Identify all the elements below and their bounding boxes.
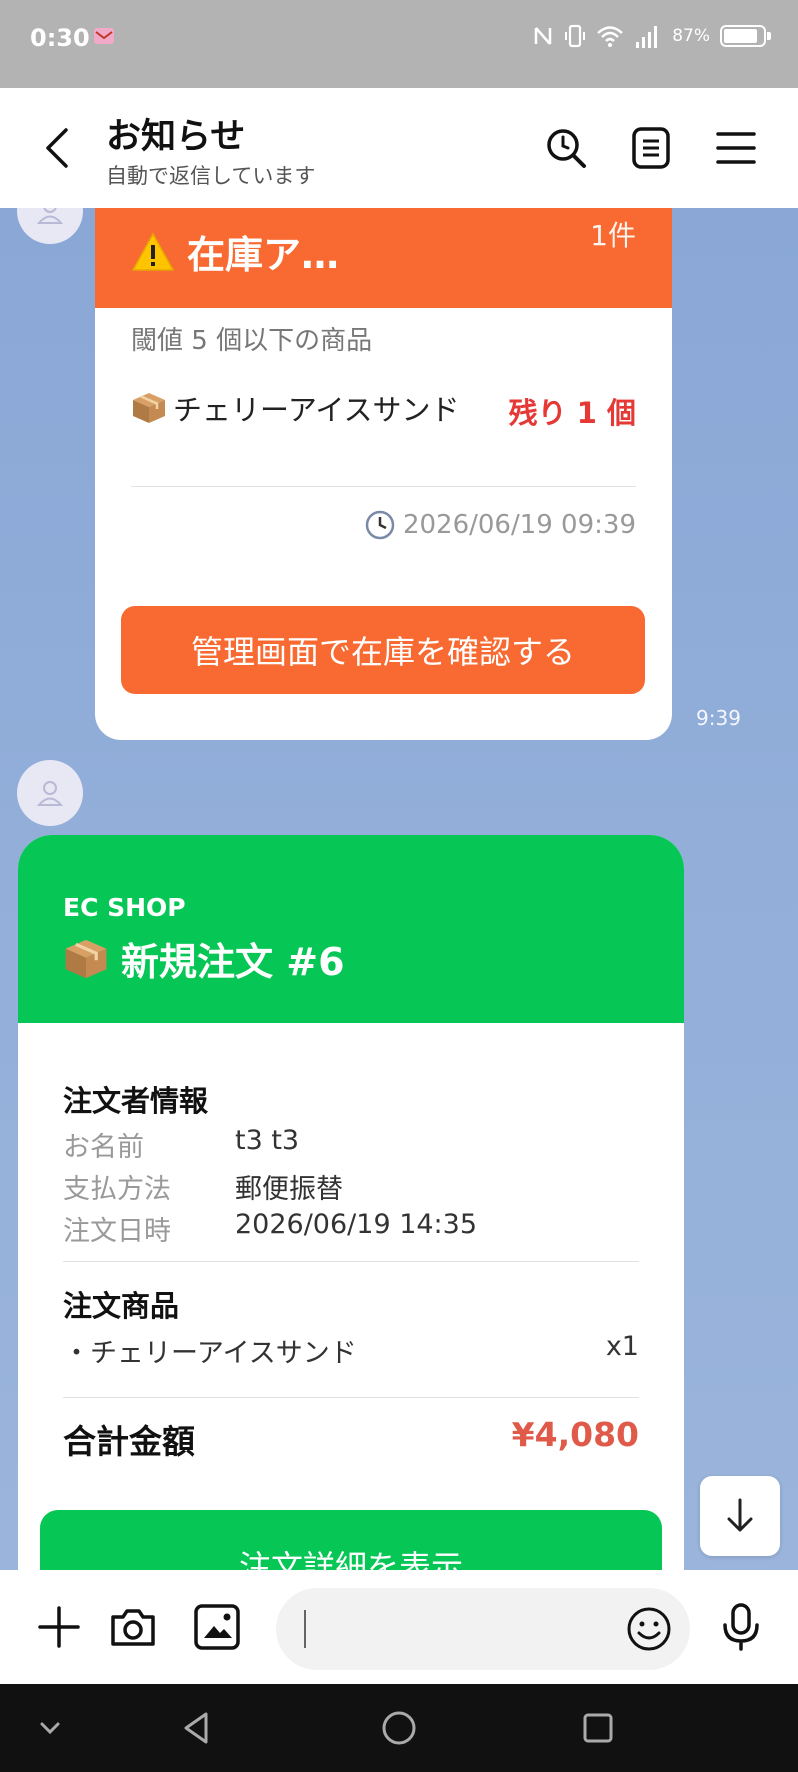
shop-name: EC SHOP (63, 893, 186, 922)
nav-hide-icon[interactable] (30, 1708, 70, 1748)
stock-alert-title-row: 在庫ア… (131, 224, 339, 279)
search-icon[interactable] (544, 126, 588, 170)
notes-icon[interactable] (629, 126, 673, 170)
field-value-payment: 郵便振替 (235, 1174, 343, 1205)
status-time: 0:30 (30, 24, 90, 52)
status-bar: 0:30 87% (0, 0, 798, 88)
stock-alert-title: 在庫ア… (187, 233, 340, 277)
arrow-down-icon (727, 1498, 753, 1532)
plus-icon[interactable] (34, 1602, 84, 1652)
field-label-date: 注文日時 (63, 1216, 171, 1247)
customer-section-title: 注文者情報 (63, 1084, 209, 1118)
avatar-icon (36, 781, 64, 806)
message-time: 9:39 (696, 706, 741, 730)
stock-alert-count: 1件 (590, 219, 636, 252)
camera-icon[interactable] (108, 1602, 158, 1652)
nfc-icon (534, 27, 552, 45)
field-value-name: t3 t3 (235, 1125, 300, 1156)
package-icon (65, 939, 107, 978)
stock-timestamp: 2026/06/19 09:39 (365, 510, 636, 540)
page-title: お知らせ (106, 117, 246, 157)
emoji-icon[interactable] (624, 1604, 674, 1654)
order-header: EC SHOP 新規注文 #6 (18, 835, 684, 1023)
nav-back-icon[interactable] (178, 1708, 218, 1748)
nav-recents-icon[interactable] (578, 1708, 618, 1748)
warning-icon (131, 231, 175, 271)
threshold-text: 閾値 5 個以下の商品 (131, 326, 373, 356)
items-section-title: 注文商品 (63, 1289, 180, 1323)
order-title: 新規注文 #6 (121, 940, 345, 984)
check-stock-button[interactable]: 管理画面で在庫を確認する (121, 606, 645, 694)
order-detail-button[interactable]: 注文詳細を表示 (40, 1510, 662, 1570)
clock-icon (365, 510, 395, 540)
nav-home-icon[interactable] (379, 1708, 419, 1748)
field-label-payment: 支払方法 (63, 1174, 171, 1205)
signal-icon (636, 26, 658, 48)
package-icon (133, 393, 165, 423)
battery-icon (720, 25, 771, 47)
back-icon[interactable] (40, 124, 76, 172)
message-input[interactable] (276, 1588, 690, 1670)
stock-item-name: チェリーアイスサンド (173, 393, 460, 427)
battery-fill (724, 29, 757, 43)
image-icon[interactable] (192, 1602, 242, 1652)
input-bar (0, 1570, 798, 1684)
field-value-date: 2026/06/19 14:35 (235, 1209, 478, 1240)
avatar-icon (36, 208, 64, 224)
order-item-name: ・チェリーアイスサンド (63, 1338, 357, 1369)
battery-percent: 87% (672, 26, 710, 46)
vibrate-icon (565, 24, 586, 48)
chat-area[interactable]: 在庫ア… 1件 閾値 5 個以下の商品 チェリーアイスサンド 残り 1 個 20… (0, 208, 798, 1570)
status-icons: 87% (532, 22, 771, 50)
mic-icon[interactable] (716, 1602, 766, 1652)
total-value: ¥4,080 (511, 1415, 639, 1454)
text-caret (304, 1610, 306, 1648)
system-nav-bar (0, 1684, 798, 1772)
page-subtitle: 自動で返信しています (106, 164, 316, 188)
order-card[interactable]: EC SHOP 新規注文 #6 注文者情報 お名前 t3 t3 支払方法 郵便振… (18, 835, 684, 1570)
stock-timestamp-text: 2026/06/19 09:39 (402, 510, 636, 540)
stock-alert-header: 在庫ア… 1件 (95, 208, 672, 308)
scroll-down-button[interactable] (700, 1476, 780, 1556)
menu-icon[interactable] (714, 126, 758, 170)
chat-header: お知らせ 自動で返信しています (0, 88, 798, 208)
avatar[interactable] (17, 208, 83, 244)
avatar[interactable] (17, 760, 83, 826)
order-title-row: 新規注文 #6 (63, 931, 345, 986)
divider (131, 486, 636, 487)
total-label: 合計金額 (63, 1422, 195, 1461)
stock-item: チェリーアイスサンド (131, 388, 461, 432)
field-label-name: お名前 (63, 1132, 144, 1163)
order-item-qty: x1 (605, 1331, 639, 1362)
divider (63, 1261, 639, 1262)
wifi-icon (597, 26, 624, 47)
divider (63, 1397, 639, 1398)
stock-alert-card[interactable]: 在庫ア… 1件 閾値 5 個以下の商品 チェリーアイスサンド 残り 1 個 20… (95, 208, 672, 740)
stock-remaining: 残り 1 個 (508, 396, 636, 430)
notification-icon (94, 28, 114, 44)
